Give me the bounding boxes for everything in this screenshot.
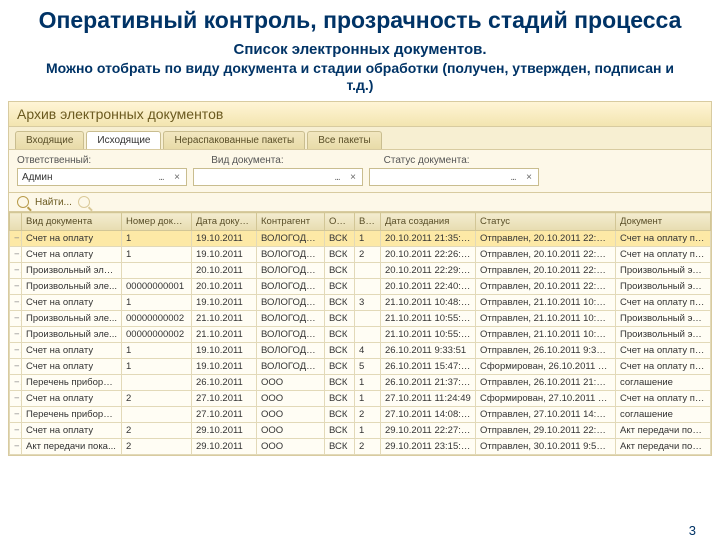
responsible-combo[interactable]: Админ ... × xyxy=(17,168,187,186)
page-number: 3 xyxy=(689,523,696,538)
col-document[interactable]: Документ xyxy=(616,213,711,231)
row-marker: − xyxy=(10,327,22,343)
row-marker: − xyxy=(10,407,22,423)
window-title: Архив электронных документов xyxy=(9,102,711,127)
table-row[interactable]: −Счет на оплату119.10.2011ВОЛОГОДСК...ВС… xyxy=(10,231,711,247)
col-status[interactable]: Статус xyxy=(476,213,616,231)
table-row[interactable]: −Счет на оплату119.10.2011ВОЛОГОДСК...ВС… xyxy=(10,295,711,311)
row-marker: − xyxy=(10,247,22,263)
table-row[interactable]: −Счет на оплату119.10.2011ВОЛОГОДСК...ВС… xyxy=(10,359,711,375)
filter-inputs-row: Админ ... × ... × ... × xyxy=(9,168,711,193)
find-label[interactable]: Найти... xyxy=(35,197,72,208)
row-marker: − xyxy=(10,231,22,247)
search-icon[interactable] xyxy=(78,196,90,208)
row-marker: − xyxy=(10,391,22,407)
slide-title: Оперативный контроль, прозрачность стади… xyxy=(20,6,700,35)
subtitle-2: Можно отобрать по виду документа и стади… xyxy=(40,60,680,94)
table-row[interactable]: −Произвольный эле...0000000000221.10.201… xyxy=(10,327,711,343)
col-ve[interactable]: Ве... xyxy=(355,213,381,231)
tab-bar: Входящие Исходящие Нераспакованные пакет… xyxy=(9,127,711,150)
documents-table[interactable]: Вид документа Номер документа Дата докум… xyxy=(9,212,711,455)
tab-unpacked[interactable]: Нераспакованные пакеты xyxy=(163,131,305,149)
label-doc-status: Статус документа: xyxy=(384,155,470,166)
table-row[interactable]: −Счет на оплату229.10.2011ОООВСК129.10.2… xyxy=(10,423,711,439)
ellipsis-icon[interactable]: ... xyxy=(330,170,344,184)
row-marker: − xyxy=(10,279,22,295)
clear-icon[interactable]: × xyxy=(522,170,536,184)
row-marker: − xyxy=(10,423,22,439)
filter-labels-row: Ответственный: Вид документа: Статус док… xyxy=(9,150,711,168)
table-row[interactable]: −Перечень приборов...27.10.2011ОООВСК227… xyxy=(10,407,711,423)
table-row[interactable]: −Счет на оплату119.10.2011ВОЛОГОДСК...ВС… xyxy=(10,343,711,359)
label-doc-type: Вид документа: xyxy=(211,155,283,166)
col-created[interactable]: Дата создания xyxy=(381,213,476,231)
col-doc-num[interactable]: Номер документа xyxy=(122,213,192,231)
doctype-combo[interactable]: ... × xyxy=(193,168,363,186)
docstatus-combo[interactable]: ... × xyxy=(369,168,539,186)
tab-outgoing[interactable]: Исходящие xyxy=(86,131,161,149)
col-doc-type[interactable]: Вид документа xyxy=(22,213,122,231)
tab-all[interactable]: Все пакеты xyxy=(307,131,381,149)
table-row[interactable]: −Счет на оплату119.10.2011ВОЛОГОДСК...ВС… xyxy=(10,247,711,263)
col-counterparty[interactable]: Контрагент xyxy=(257,213,325,231)
ellipsis-icon[interactable]: ... xyxy=(154,170,168,184)
ellipsis-icon[interactable]: ... xyxy=(506,170,520,184)
row-marker: − xyxy=(10,295,22,311)
row-marker: − xyxy=(10,359,22,375)
table-row[interactable]: −Акт передачи пока...229.10.2011ОООВСК22… xyxy=(10,439,711,455)
clear-icon[interactable]: × xyxy=(346,170,360,184)
tab-incoming[interactable]: Входящие xyxy=(15,131,84,149)
row-marker: − xyxy=(10,439,22,455)
search-icon[interactable] xyxy=(17,196,29,208)
row-marker: − xyxy=(10,311,22,327)
label-responsible: Ответственный: xyxy=(17,155,91,166)
table-row[interactable]: −Счет на оплату227.10.2011ОООВСК127.10.2… xyxy=(10,391,711,407)
row-marker: − xyxy=(10,343,22,359)
clear-icon[interactable]: × xyxy=(170,170,184,184)
col-doc-date[interactable]: Дата документа xyxy=(192,213,257,231)
find-bar: Найти... xyxy=(9,193,711,212)
col-org[interactable]: Орг... xyxy=(325,213,355,231)
app-window: Архив электронных документов Входящие Ис… xyxy=(8,101,712,456)
table-row[interactable]: −Произвольный эле...0000000000120.10.201… xyxy=(10,279,711,295)
row-marker: − xyxy=(10,263,22,279)
row-marker: − xyxy=(10,375,22,391)
responsible-value: Админ xyxy=(22,172,152,183)
table-row[interactable]: −Произвольный электронный документ20.10.… xyxy=(10,263,711,279)
col-mark[interactable] xyxy=(10,213,22,231)
subtitle-1: Список электронных документов. xyxy=(30,41,690,58)
table-header-row: Вид документа Номер документа Дата докум… xyxy=(10,213,711,231)
table-row[interactable]: −Перечень приборов...26.10.2011ОООВСК126… xyxy=(10,375,711,391)
table-row[interactable]: −Произвольный эле...0000000000221.10.201… xyxy=(10,311,711,327)
